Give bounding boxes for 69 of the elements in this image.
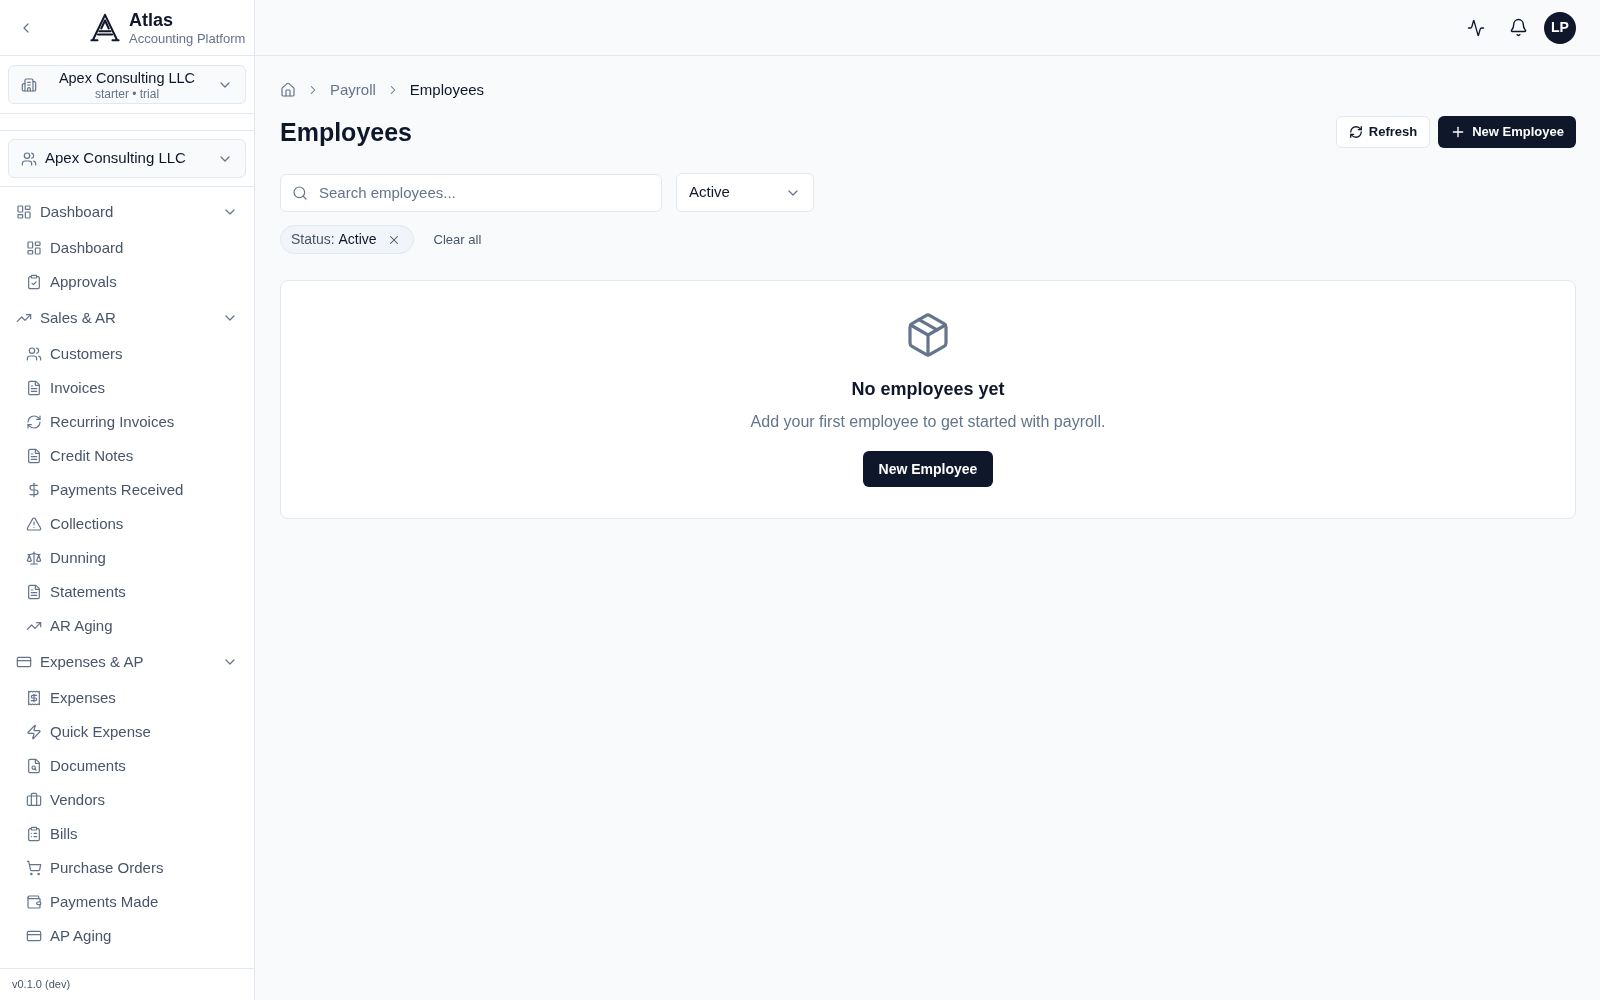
- chip-label: Status: Active: [291, 230, 377, 249]
- status-select[interactable]: Active: [676, 173, 814, 212]
- empty-state-title: No employees yet: [851, 378, 1005, 401]
- credit-card-icon: [26, 928, 42, 944]
- layout-grid-icon: [26, 240, 42, 256]
- nav-item[interactable]: Dunning: [0, 541, 254, 575]
- nav-item[interactable]: Documents: [0, 749, 254, 783]
- nav-item[interactable]: Invoices: [0, 371, 254, 405]
- briefcase-icon: [26, 792, 42, 808]
- nav-item[interactable]: Payments Received: [0, 473, 254, 507]
- wallet-icon: [26, 894, 42, 910]
- document-icon: [26, 448, 42, 464]
- nav-item[interactable]: Bills: [0, 817, 254, 851]
- user-avatar[interactable]: LP: [1544, 11, 1576, 44]
- credit-card-icon: [16, 654, 32, 670]
- home-link[interactable]: [280, 82, 296, 98]
- bell-icon: [1508, 18, 1528, 37]
- nav-item[interactable]: Statements: [0, 575, 254, 609]
- clear-all-button[interactable]: Clear all: [433, 229, 482, 250]
- nav-group-header[interactable]: Dashboard: [0, 193, 254, 231]
- organization-switcher[interactable]: Apex Consulting LLC starter • trial: [8, 65, 246, 104]
- nav-item[interactable]: Payments Made: [0, 885, 254, 919]
- nav-item[interactable]: Dashboard: [0, 231, 254, 265]
- breadcrumb-current: Employees: [409, 79, 485, 100]
- users-icon: [21, 150, 37, 167]
- new-employee-button[interactable]: New Employee: [1438, 116, 1576, 148]
- nav-item[interactable]: Quick Expense: [0, 715, 254, 749]
- file-search-icon: [26, 758, 42, 774]
- home-icon: [280, 82, 296, 98]
- nav-item[interactable]: Expenses: [0, 681, 254, 715]
- nav-group-header[interactable]: Expenses & AP: [0, 643, 254, 681]
- new-employee-button[interactable]: New Employee: [862, 451, 994, 487]
- building-icon: [21, 76, 37, 93]
- nav-item[interactable]: Collections: [0, 507, 254, 541]
- brand-name: Atlas: [129, 8, 174, 31]
- breadcrumb-link[interactable]: Payroll: [330, 78, 376, 102]
- brand-tagline: Accounting Platform: [129, 30, 246, 47]
- users-icon: [26, 346, 42, 362]
- page-title: Employees: [280, 117, 412, 148]
- nav-item[interactable]: Recurring Invoices: [0, 405, 254, 439]
- cart-icon: [26, 860, 42, 876]
- nav-item[interactable]: Credit Notes: [0, 439, 254, 473]
- version-label: v0.1.0 (dev): [12, 977, 71, 993]
- search-field[interactable]: Search employees...: [280, 173, 662, 212]
- dollar-icon: [26, 482, 42, 498]
- scale-icon: [26, 550, 42, 566]
- warning-icon: [26, 516, 42, 532]
- search-icon: [292, 184, 308, 201]
- lightning-icon: [26, 724, 42, 740]
- nav-item[interactable]: Customers: [0, 337, 254, 371]
- refresh-button[interactable]: Refresh: [1335, 116, 1431, 148]
- nav-item[interactable]: AR Aging: [0, 609, 254, 643]
- nav-group-header[interactable]: Sales & AR: [0, 299, 254, 337]
- clipboard-check-icon: [26, 274, 42, 290]
- nav-item[interactable]: Vendors: [0, 783, 254, 817]
- client-switcher[interactable]: Apex Consulting LLC: [8, 139, 246, 178]
- refresh-icon: [26, 414, 42, 430]
- activity-icon: [1467, 18, 1485, 37]
- nav-item[interactable]: AP Aging: [0, 919, 254, 953]
- document-icon: [26, 380, 42, 396]
- empty-state-message: Add your first employee to get started with payroll.: [750, 412, 1106, 432]
- logo-icon: [90, 12, 120, 43]
- document-icon: [26, 584, 42, 600]
- layout-grid-icon: [16, 204, 32, 220]
- receipt-icon: [26, 690, 42, 706]
- nav-item[interactable]: Purchase Orders: [0, 851, 254, 885]
- clipboard-list-icon: [26, 826, 42, 842]
- refresh-icon: [1348, 125, 1363, 139]
- nav-item[interactable]: Approvals: [0, 265, 254, 299]
